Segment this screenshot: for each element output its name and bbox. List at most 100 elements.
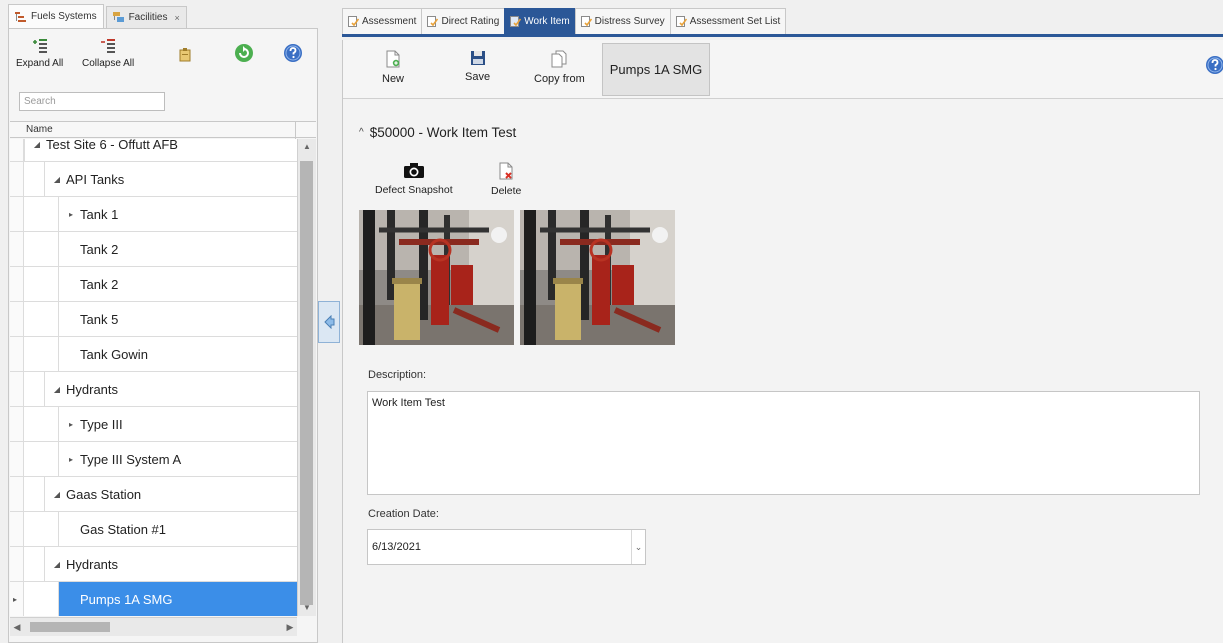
tree-row[interactable]: Tank 2 (10, 267, 297, 302)
tree-cell[interactable]: Gas Station #1 (58, 512, 297, 546)
defect-photo[interactable] (359, 210, 514, 345)
row-indicator[interactable] (10, 197, 24, 231)
scroll-thumb-horizontal[interactable] (30, 622, 110, 632)
tree-row[interactable]: ◢ Hydrants (10, 547, 297, 582)
work-item-section-header[interactable]: ^ $50000 - Work Item Test (359, 125, 516, 140)
context-item-button[interactable]: Pumps 1A SMG (602, 43, 710, 96)
tab-label: Assessment Set List (689, 16, 781, 27)
tree-row[interactable]: Tank 5 (10, 302, 297, 337)
tree-row[interactable]: ◢ Gaas Station (10, 477, 297, 512)
tree-cell[interactable]: ◢ API Tanks (44, 162, 297, 196)
chevron-down-icon[interactable]: ⌄ (631, 530, 645, 564)
tree-row[interactable]: ▸ Type III (10, 407, 297, 442)
new-button[interactable]: New (382, 50, 404, 85)
tree-cell[interactable]: Tank 2 (58, 267, 297, 301)
row-indicator[interactable] (10, 547, 24, 581)
clipboard-button[interactable] (179, 48, 191, 67)
tree-cell[interactable]: ▸ Tank 1 (58, 197, 297, 231)
help-icon (1206, 56, 1223, 74)
expand-arrow-icon[interactable]: ▸ (65, 420, 77, 429)
refresh-button[interactable] (234, 43, 254, 68)
copy-from-label: Copy from (534, 73, 585, 85)
row-indicator[interactable] (10, 162, 24, 196)
tree-cell[interactable]: ◢ Gaas Station (44, 477, 297, 511)
tab-direct-rating[interactable]: Direct Rating (421, 8, 506, 34)
tree-vertical-scrollbar[interactable]: ▲ ▼ (297, 139, 316, 616)
tree-row[interactable]: Tank 2 (10, 232, 297, 267)
row-indicator[interactable] (10, 337, 24, 371)
description-field[interactable]: Work Item Test (367, 391, 1200, 495)
tab-work-item[interactable]: Work Item (504, 8, 576, 34)
tree-cell[interactable]: ◢ Hydrants (44, 372, 297, 406)
tab-assessment[interactable]: Assessment (342, 8, 423, 34)
delete-button[interactable]: Delete (491, 162, 521, 197)
row-indicator[interactable]: ▸ (10, 582, 24, 616)
tab-distress-survey[interactable]: Distress Survey (574, 8, 671, 34)
collapse-caret-icon[interactable]: ^ (359, 127, 364, 138)
tree-row[interactable]: ◢ Hydrants (10, 372, 297, 407)
tree-cell[interactable]: Tank 2 (58, 232, 297, 266)
row-indicator[interactable] (10, 139, 24, 161)
collapse-all-button[interactable]: Collapse All (82, 38, 134, 69)
tree-row[interactable]: Tank Gowin (10, 337, 297, 372)
scroll-right-icon[interactable]: ▶ (283, 618, 297, 636)
creation-date-picker[interactable]: 6/13/2021 ⌄ (367, 529, 646, 565)
row-indicator[interactable] (10, 232, 24, 266)
collapse-arrow-icon[interactable]: ◢ (51, 175, 63, 184)
tree-row[interactable]: ▸ Type III System A (10, 442, 297, 477)
scroll-up-icon[interactable]: ▲ (298, 139, 316, 155)
tree-cell[interactable]: ◢ Hydrants (44, 547, 297, 581)
collapse-arrow-icon[interactable]: ◢ (51, 560, 63, 569)
row-indicator[interactable] (10, 442, 24, 476)
help-button[interactable] (283, 43, 303, 68)
defect-photo[interactable] (520, 210, 675, 345)
tree-cell[interactable]: ▸ Type III System A (58, 442, 297, 476)
row-indicator[interactable] (10, 372, 24, 406)
tree-row[interactable]: ◢ Test Site 6 - Offutt AFB (10, 139, 297, 162)
collapse-pane-button[interactable] (318, 301, 340, 343)
left-tab-strip: Fuels Systems Facilities × (8, 4, 318, 28)
collapse-arrow-icon[interactable]: ◢ (51, 490, 63, 499)
save-button[interactable]: Save (465, 50, 490, 83)
tab-facilities[interactable]: Facilities × (105, 6, 187, 28)
tree-item-label: Pumps 1A SMG (80, 591, 173, 607)
row-indicator[interactable] (10, 512, 24, 546)
tree-cell[interactable]: ◢ Test Site 6 - Offutt AFB (24, 139, 297, 161)
navigation-pane: Fuels Systems Facilities × Expand All Co… (8, 4, 318, 643)
tree-row[interactable]: Gas Station #1 (10, 512, 297, 547)
tree-cell[interactable]: Pumps 1A SMG (58, 582, 297, 616)
tree-cell[interactable]: Tank 5 (58, 302, 297, 336)
tree-item-label: Tank 5 (80, 311, 119, 327)
scroll-thumb[interactable] (300, 161, 313, 605)
tree-cell[interactable]: ▸ Type III (58, 407, 297, 441)
collapse-arrow-icon[interactable]: ◢ (31, 140, 43, 149)
close-icon[interactable]: × (174, 13, 179, 23)
search-input[interactable]: Search (19, 92, 165, 111)
scroll-down-icon[interactable]: ▼ (298, 600, 316, 616)
copy-from-button[interactable]: Copy from (534, 50, 585, 85)
row-indicator[interactable] (10, 267, 24, 301)
expand-arrow-icon[interactable]: ▸ (65, 210, 77, 219)
row-indicator[interactable] (10, 302, 24, 336)
work-item-toolbar: New Save Copy from Pumps 1A SMG (343, 40, 1223, 99)
collapse-arrow-icon[interactable]: ◢ (51, 385, 63, 394)
expand-arrow-icon[interactable]: ▸ (65, 455, 77, 464)
tree-item-label: Tank 2 (80, 241, 119, 257)
tree-row[interactable]: ▸ Tank 1 (10, 197, 297, 232)
tree-row[interactable]: ◢ API Tanks (10, 162, 297, 197)
tab-assessment-set-list[interactable]: Assessment Set List (669, 8, 787, 34)
checklist-icon (427, 16, 439, 27)
facility-tree: ◢ Test Site 6 - Offutt AFB ◢ API Tanks ▸ Tank… (10, 139, 297, 616)
expand-all-button[interactable]: Expand All (16, 38, 63, 69)
tab-fuels-systems[interactable]: Fuels Systems (8, 4, 104, 28)
tree-item-label: Hydrants (66, 381, 119, 397)
defect-snapshot-button[interactable]: Defect Snapshot (375, 162, 453, 196)
name-column-header[interactable]: Name (26, 124, 53, 135)
help-button[interactable] (1205, 55, 1223, 80)
row-indicator[interactable] (10, 477, 24, 511)
tree-row[interactable]: ▸ Pumps 1A SMG (10, 582, 297, 616)
scroll-left-icon[interactable]: ◀ (10, 618, 24, 636)
row-indicator[interactable] (10, 407, 24, 441)
tree-cell[interactable]: Tank Gowin (58, 337, 297, 371)
tree-horizontal-scrollbar[interactable]: ◀ ▶ (10, 617, 297, 636)
